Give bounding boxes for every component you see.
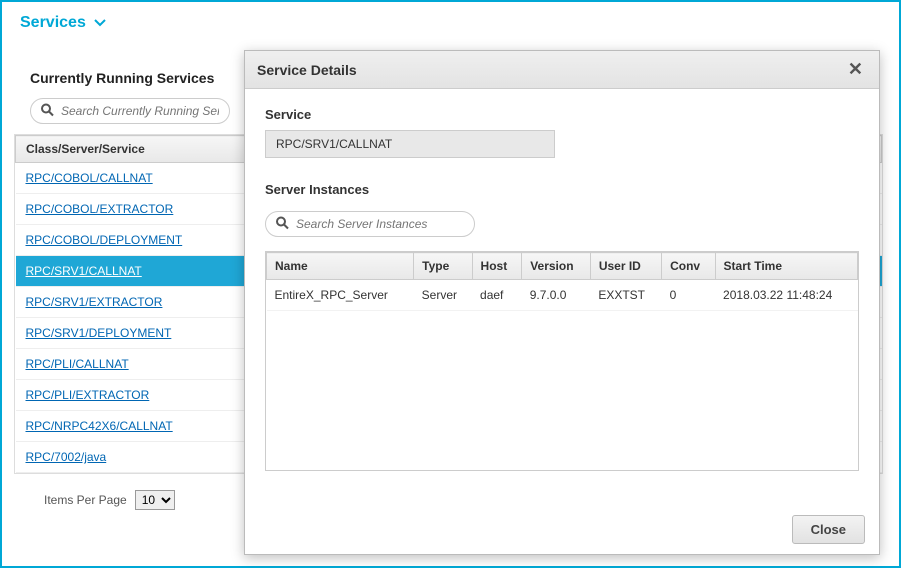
items-per-page-label: Items Per Page [44, 493, 127, 507]
cell-user: EXXTST [590, 280, 661, 311]
search-instances-input[interactable] [265, 211, 475, 237]
dialog-title: Service Details [257, 62, 357, 78]
service-link[interactable]: RPC/SRV1/EXTRACTOR [26, 295, 163, 309]
column-header-name[interactable]: Name [267, 253, 414, 280]
service-link[interactable]: RPC/COBOL/DEPLOYMENT [26, 233, 183, 247]
server-instances-table: Name Type Host Version User ID Conv Star… [265, 251, 859, 471]
service-link[interactable]: RPC/SRV1/DEPLOYMENT [26, 326, 172, 340]
search-services-input[interactable] [30, 98, 230, 124]
service-link[interactable]: RPC/NRPC42X6/CALLNAT [26, 419, 173, 433]
cell-name: EntireX_RPC_Server [267, 280, 414, 311]
caret-down-icon [94, 19, 106, 27]
column-header-starttime[interactable]: Start Time [715, 253, 857, 280]
search-icon [40, 103, 54, 120]
column-header-userid[interactable]: User ID [590, 253, 661, 280]
server-instances-heading: Server Instances [265, 182, 859, 197]
cell-version: 9.7.0.0 [522, 280, 591, 311]
service-link[interactable]: RPC/7002/java [26, 450, 107, 464]
close-button[interactable]: Close [792, 515, 865, 544]
service-link[interactable]: RPC/PLI/EXTRACTOR [26, 388, 150, 402]
cell-type: Server [414, 280, 472, 311]
search-icon [275, 216, 289, 233]
page-title-text: Services [20, 14, 86, 32]
cell-host: daef [472, 280, 522, 311]
column-header-host[interactable]: Host [472, 253, 522, 280]
items-per-page-select[interactable]: 10 [135, 490, 175, 510]
close-icon[interactable]: ✕ [844, 59, 867, 80]
column-header-conv[interactable]: Conv [662, 253, 715, 280]
service-field-value: RPC/SRV1/CALLNAT [265, 130, 555, 158]
service-details-dialog: Service Details ✕ Service RPC/SRV1/CALLN… [244, 50, 880, 555]
service-link[interactable]: RPC/PLI/CALLNAT [26, 357, 129, 371]
cell-start: 2018.03.22 11:48:24 [715, 280, 857, 311]
cell-conv: 0 [662, 280, 715, 311]
service-link[interactable]: RPC/COBOL/CALLNAT [26, 171, 153, 185]
service-link[interactable]: RPC/COBOL/EXTRACTOR [26, 202, 174, 216]
service-field-label: Service [265, 107, 859, 122]
column-header-version[interactable]: Version [522, 253, 591, 280]
column-header-type[interactable]: Type [414, 253, 472, 280]
service-link[interactable]: RPC/SRV1/CALLNAT [26, 264, 142, 278]
table-row[interactable]: EntireX_RPC_ServerServerdaef9.7.0.0EXXTS… [267, 280, 858, 311]
page-title-dropdown[interactable]: Services [20, 14, 106, 32]
